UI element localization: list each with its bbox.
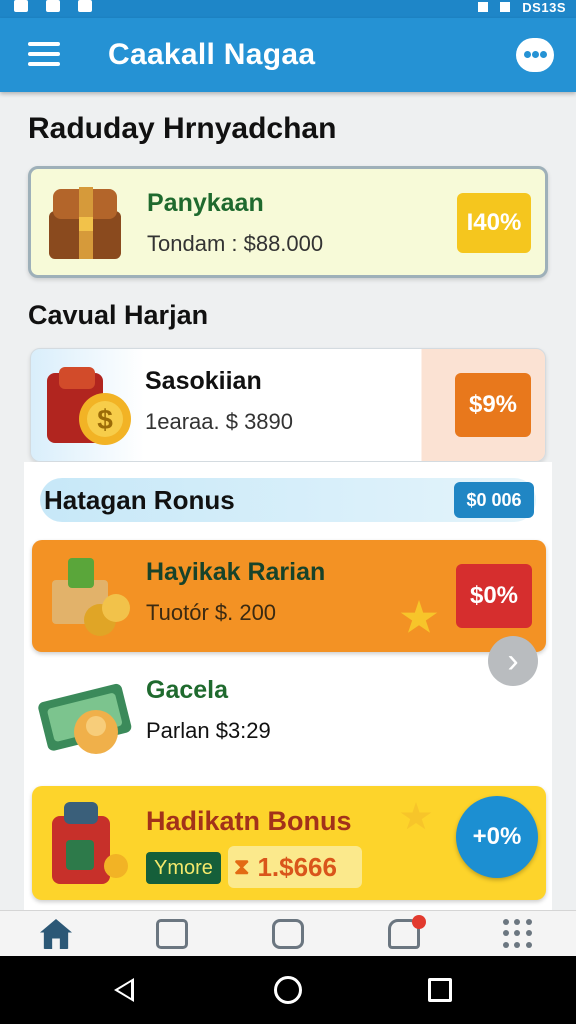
hourglass-icon: ⧗ [234, 854, 250, 879]
notification-icon [78, 0, 92, 12]
bonus-value[interactable]: $0 006 [454, 482, 534, 518]
back-icon[interactable] [114, 978, 134, 1002]
system-nav-bar [0, 956, 576, 1024]
system-status: DS13S [478, 0, 566, 15]
backpack-icon [44, 796, 132, 890]
money-box-icon [44, 550, 134, 640]
app-bar: Caakall Nagaa [0, 18, 576, 92]
featured-badge[interactable]: I40% [457, 193, 531, 253]
list-item[interactable]: $ Sasokiian 1earaa. $ 3890 $9% [30, 348, 546, 462]
status-bar: DS13S [0, 0, 576, 18]
item-name: Hayikak Rarian [146, 558, 326, 586]
amount-value: 1.$666 [257, 851, 337, 882]
home-circle-icon[interactable] [274, 976, 302, 1004]
item-detail: 1earaa. $ 3890 [145, 409, 294, 434]
section-title-featured: Raduday Hrnyadchan [28, 112, 337, 145]
treasure-chest-icon [43, 181, 129, 265]
star-icon [400, 600, 438, 633]
bonus-percent-badge[interactable]: +0% [456, 796, 538, 878]
notification-icon [46, 0, 60, 12]
notification-icon [14, 0, 28, 12]
notification-dot [412, 915, 426, 929]
app-title: Caakall Nagaa [108, 38, 316, 71]
notification-icons [14, 0, 92, 12]
chat-icon[interactable] [516, 38, 554, 72]
featured-card[interactable]: Panykaan Tondam : $88.000 I40% [28, 166, 548, 278]
star-icon [400, 802, 432, 830]
list-item[interactable]: Hayikak Rarian Tuotór $. 200 $0% [32, 540, 546, 652]
featured-name: Panykaan [147, 189, 264, 217]
amount-display: ⧗ 1.$666 [228, 846, 362, 888]
cash-bundle-icon [38, 674, 134, 766]
camera-icon[interactable] [268, 917, 308, 951]
next-arrow-icon[interactable]: › [488, 636, 538, 686]
item-name: Hadikatn Bonus [146, 806, 352, 836]
apps-grid-icon[interactable] [498, 917, 538, 951]
bottom-nav [0, 910, 576, 956]
menu-icon[interactable] [28, 42, 62, 70]
bonus-strip[interactable]: Hatagan Ronus $0 006 [40, 478, 536, 522]
home-icon[interactable] [36, 917, 76, 951]
battery-icon [500, 2, 511, 12]
item-name: Gacela [146, 676, 229, 704]
item-badge[interactable]: $9% [455, 373, 531, 437]
svg-text:$: $ [97, 404, 113, 435]
item-badge[interactable]: $0% [456, 564, 532, 628]
item-detail: Parlan $3:29 [146, 718, 271, 743]
recents-icon[interactable] [428, 978, 452, 1002]
more-button[interactable]: Ymore [146, 852, 221, 884]
item-detail: Tuotór $. 200 [146, 600, 277, 625]
item-name: Sasokiian [145, 367, 262, 395]
signal-icon [478, 2, 489, 12]
wallet-icon[interactable] [384, 915, 426, 951]
section-title-casual: Cavual Harjan [28, 300, 209, 330]
bonus-label: Hatagan Ronus [44, 485, 235, 515]
inbox-icon[interactable] [152, 917, 192, 951]
wallet-coin-icon: $ [43, 361, 135, 451]
featured-detail: Tondam : $88.000 [147, 231, 324, 256]
list-item[interactable]: Gacela Parlan $3:29 [32, 664, 532, 772]
clock: DS13S [522, 0, 566, 15]
